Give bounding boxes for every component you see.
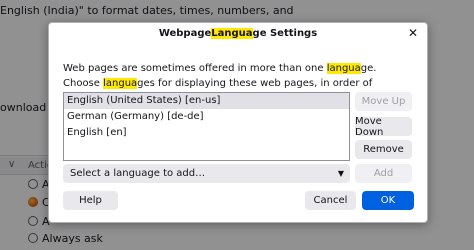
select-placeholder: Select a language to add…: [70, 168, 206, 179]
add-label: Add: [373, 168, 394, 179]
webpage-language-settings-dialog: Webpage Langua ge Settings ✕ Web pages ar…: [48, 22, 428, 223]
language-item-en-us[interactable]: English (United States) [en-us]: [64, 93, 349, 109]
language-item-de-de[interactable]: German (Germany) [de-de]: [64, 109, 349, 125]
description-text: Web pages are sometimes offered in more …: [63, 63, 327, 74]
ok-button[interactable]: OK: [362, 191, 414, 210]
move-down-button[interactable]: Move Down: [355, 115, 412, 138]
title-highlight: Langua: [211, 27, 253, 39]
description-highlight: langua: [326, 63, 361, 74]
move-up-label: Move Up: [361, 96, 406, 107]
dialog-title: Webpage Langua ge Settings: [49, 23, 427, 43]
close-icon[interactable]: ✕: [405, 25, 421, 41]
add-button[interactable]: Add: [355, 164, 412, 183]
cancel-label: Cancel: [313, 195, 348, 206]
remove-label: Remove: [363, 144, 404, 155]
remove-button[interactable]: Remove: [355, 140, 412, 159]
help-button[interactable]: Help: [63, 191, 118, 210]
title-text: Webpage: [158, 27, 212, 39]
cancel-button[interactable]: Cancel: [305, 191, 356, 210]
move-down-label: Move Down: [355, 115, 384, 138]
move-up-button[interactable]: Move Up: [355, 92, 412, 111]
add-language-select[interactable]: Select a language to add… ▼: [63, 164, 350, 183]
description-highlight: langua: [103, 78, 138, 89]
title-text: ge Settings: [252, 27, 318, 39]
ok-label: OK: [380, 195, 396, 206]
language-item-en[interactable]: English [en]: [64, 125, 349, 141]
chevron-down-icon: ▼: [337, 169, 344, 178]
language-list[interactable]: English (United States) [en-us] German (…: [63, 92, 350, 161]
help-label: Help: [79, 195, 102, 206]
